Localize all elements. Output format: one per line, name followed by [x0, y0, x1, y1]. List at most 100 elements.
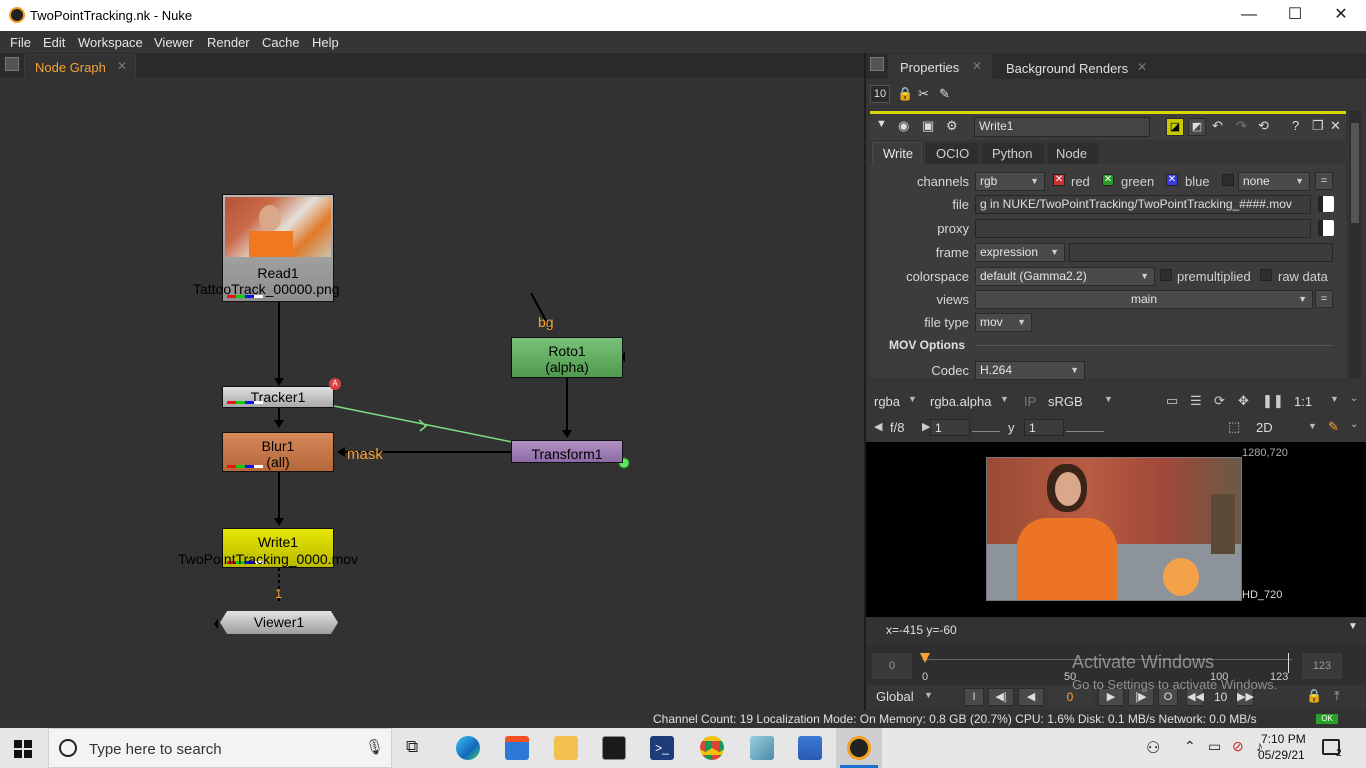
help-icon[interactable]: ? [1292, 118, 1299, 133]
folder-browse-icon[interactable] [1318, 196, 1334, 212]
taskbar-search-box[interactable]: Type here to search 🎙 [48, 728, 392, 768]
frame-expression-field[interactable] [1069, 243, 1333, 262]
menu-render[interactable]: Render [207, 35, 250, 50]
roi-icon[interactable]: ✥ [1238, 393, 1249, 409]
gain-slider[interactable] [972, 422, 1000, 432]
pause-icon[interactable]: ❚❚ [1262, 393, 1284, 409]
float-icon[interactable]: ❐ [1312, 118, 1324, 134]
store-icon[interactable] [505, 736, 529, 760]
green-checkbox[interactable]: ✕ [1102, 174, 1114, 186]
tab-ocio[interactable]: OCIO [926, 143, 978, 164]
max-panels-field[interactable]: 10 [870, 85, 890, 103]
scrollbar-thumb[interactable] [1351, 123, 1359, 223]
step-back-icon[interactable]: ◀ [1018, 688, 1044, 706]
blue-checkbox[interactable]: ✕ [1166, 174, 1178, 186]
tray-overflow-icon[interactable]: ⌃ [1184, 738, 1196, 755]
lock-icon[interactable]: 🔒 [897, 86, 913, 102]
channels-link-button[interactable]: = [1315, 172, 1333, 190]
frame-range-icon[interactable]: ⤒ [1334, 688, 1340, 704]
tab-python[interactable]: Python [982, 143, 1044, 164]
view-mode-select[interactable]: 2D [1256, 420, 1273, 435]
views-select[interactable]: main ▼ [975, 290, 1313, 309]
out-point-marker[interactable] [1288, 653, 1289, 673]
extra-channel-select[interactable]: none ▼ [1238, 172, 1310, 191]
tab-properties[interactable]: Properties ✕ [888, 54, 992, 79]
extra-channel-checkbox[interactable] [1222, 174, 1234, 186]
viewer-canvas[interactable]: 1280,720 HD_720 [866, 442, 1366, 617]
timeline-end-field[interactable]: 123 [1302, 653, 1342, 679]
expand-toolbar-icon[interactable]: ⌄ [1350, 393, 1358, 404]
prev-keyframe-icon[interactable]: ◀| [988, 688, 1014, 706]
frame-mode-select[interactable]: expression ▼ [975, 243, 1065, 262]
viewer-alpha-select[interactable]: rgba.alpha [930, 394, 991, 409]
node-name-field[interactable]: Write1 [974, 117, 1150, 137]
powershell-icon[interactable]: >_ [650, 736, 674, 760]
clock-date[interactable]: 05/29/21 [1258, 748, 1305, 762]
premultiplied-checkbox[interactable] [1160, 269, 1172, 281]
gain-field[interactable]: 1 [930, 419, 970, 436]
microphone-icon[interactable]: 🎙 [365, 738, 384, 756]
gamma-field[interactable]: 1 [1024, 419, 1064, 436]
folder-browse-icon[interactable] [1318, 220, 1334, 236]
notepad-icon[interactable] [750, 736, 774, 760]
expand-toolbar-icon[interactable]: ⌄ [1350, 419, 1358, 430]
viewer-input-icon[interactable]: ▣ [922, 118, 934, 134]
tab-write[interactable]: Write [872, 142, 922, 164]
viewer-node[interactable]: Viewer1 [220, 611, 338, 634]
panel-menu-icon[interactable] [5, 57, 19, 71]
photos-icon[interactable] [798, 736, 822, 760]
prev-fstop-icon[interactable]: ◀ [874, 420, 882, 433]
playhead-marker[interactable] [920, 653, 930, 663]
tab-node-graph[interactable]: Node Graph ✕ [24, 54, 136, 77]
close-panel-icon[interactable]: ✕ [1330, 118, 1341, 134]
viewer-channels-select[interactable]: rgba [874, 394, 900, 409]
clock-time[interactable]: 7:10 PM [1261, 732, 1306, 746]
list-icon[interactable]: ☰ [1190, 393, 1202, 409]
menu-edit[interactable]: Edit [43, 35, 65, 50]
ip-button[interactable]: IP [1024, 394, 1036, 409]
maximize-button[interactable]: ☐ [1272, 4, 1318, 28]
blur-node[interactable]: Blur1 (all) [222, 432, 334, 472]
codec-select[interactable]: H.264 ▼ [975, 361, 1085, 380]
roi-select-icon[interactable]: ⬚ [1228, 419, 1240, 435]
in-point-button[interactable]: I [964, 688, 984, 706]
paint-brush-icon[interactable]: ✎ [1328, 419, 1339, 435]
task-view-icon[interactable]: ⧉ [406, 737, 418, 757]
redo-icon[interactable]: ↷ [1236, 118, 1247, 134]
undo-icon[interactable]: ↶ [1212, 118, 1223, 134]
roto-node[interactable]: Roto1 (alpha) [511, 337, 623, 378]
start-windows-icon[interactable] [14, 740, 32, 758]
minimize-button[interactable]: — [1226, 4, 1272, 28]
edge-browser-icon[interactable] [456, 736, 480, 760]
panel-menu-icon[interactable] [870, 57, 884, 71]
gl-color-icon[interactable]: ◩ [1188, 118, 1206, 136]
menu-cache[interactable]: Cache [262, 35, 300, 50]
menu-help[interactable]: Help [312, 35, 339, 50]
zoom-select[interactable]: 1:1 [1294, 394, 1312, 409]
menu-file[interactable]: File [10, 35, 31, 50]
gamma-slider[interactable] [1066, 422, 1104, 432]
proxy-path-field[interactable] [975, 219, 1311, 238]
transform-node[interactable]: Transform1 [511, 440, 623, 463]
network-icon[interactable]: ⊘ [1232, 738, 1244, 755]
raw-data-checkbox[interactable] [1260, 269, 1272, 281]
channels-select[interactable]: rgb ▼ [975, 172, 1045, 191]
tab-close-icon[interactable]: ✕ [117, 59, 127, 73]
tab-close-icon[interactable]: ✕ [972, 59, 982, 73]
node-color-icon[interactable]: ◪ [1166, 118, 1184, 136]
info-expand-icon[interactable]: ▼ [1348, 621, 1358, 632]
tab-background-renders[interactable]: Background Renders ✕ [994, 54, 1152, 79]
viewer-lut-select[interactable]: sRGB [1048, 394, 1083, 409]
revert-icon[interactable]: ⟲ [1258, 118, 1269, 134]
views-link-button[interactable]: = [1315, 290, 1333, 308]
refresh-icon[interactable]: ⟳ [1214, 393, 1225, 409]
properties-scrollbar[interactable] [1349, 111, 1361, 379]
file-type-select[interactable]: mov ▼ [975, 313, 1032, 332]
skip-increment[interactable]: 10 [1214, 690, 1227, 704]
menu-viewer[interactable]: Viewer [154, 35, 194, 50]
people-icon[interactable]: ⚇ [1146, 738, 1160, 758]
command-prompt-icon[interactable] [602, 736, 626, 760]
file-explorer-icon[interactable] [554, 736, 578, 760]
center-icon[interactable]: ◉ [898, 118, 909, 134]
timeline-start-field[interactable]: 0 [872, 653, 912, 679]
